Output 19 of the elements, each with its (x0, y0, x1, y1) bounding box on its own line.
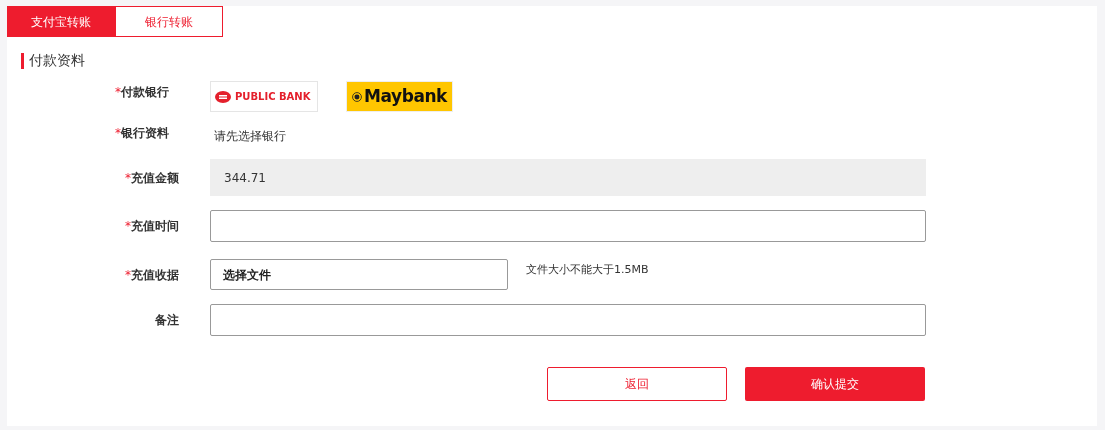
text-field[interactable] (210, 304, 926, 336)
field-label: *付款银行 (115, 84, 169, 101)
file-picker-field[interactable]: 选择文件 (210, 259, 508, 290)
text-field[interactable] (210, 210, 926, 242)
field-label: *银行资料 (115, 125, 169, 142)
field-label: *充值金额 (125, 169, 179, 187)
tab[interactable]: 支付宝转账 (7, 6, 115, 37)
bank-logo[interactable]: Maybank (346, 81, 453, 112)
submit-button[interactable]: 确认提交 (745, 367, 925, 401)
file-size-hint: 文件大小不能大于1.5MB (526, 262, 649, 279)
info-text: 请先选择银行 (214, 128, 286, 145)
section-title: 付款资料 (29, 51, 85, 70)
bank-emblem-icon (215, 90, 231, 103)
tab[interactable]: 银行转账 (115, 6, 223, 37)
back-button[interactable]: 返回 (547, 367, 727, 401)
field-label: *充值收据 (125, 266, 179, 284)
field-label: *充值时间 (125, 218, 179, 235)
bank-logo[interactable]: PUBLIC BANK (210, 81, 318, 112)
field-label: 备注 (155, 312, 179, 329)
